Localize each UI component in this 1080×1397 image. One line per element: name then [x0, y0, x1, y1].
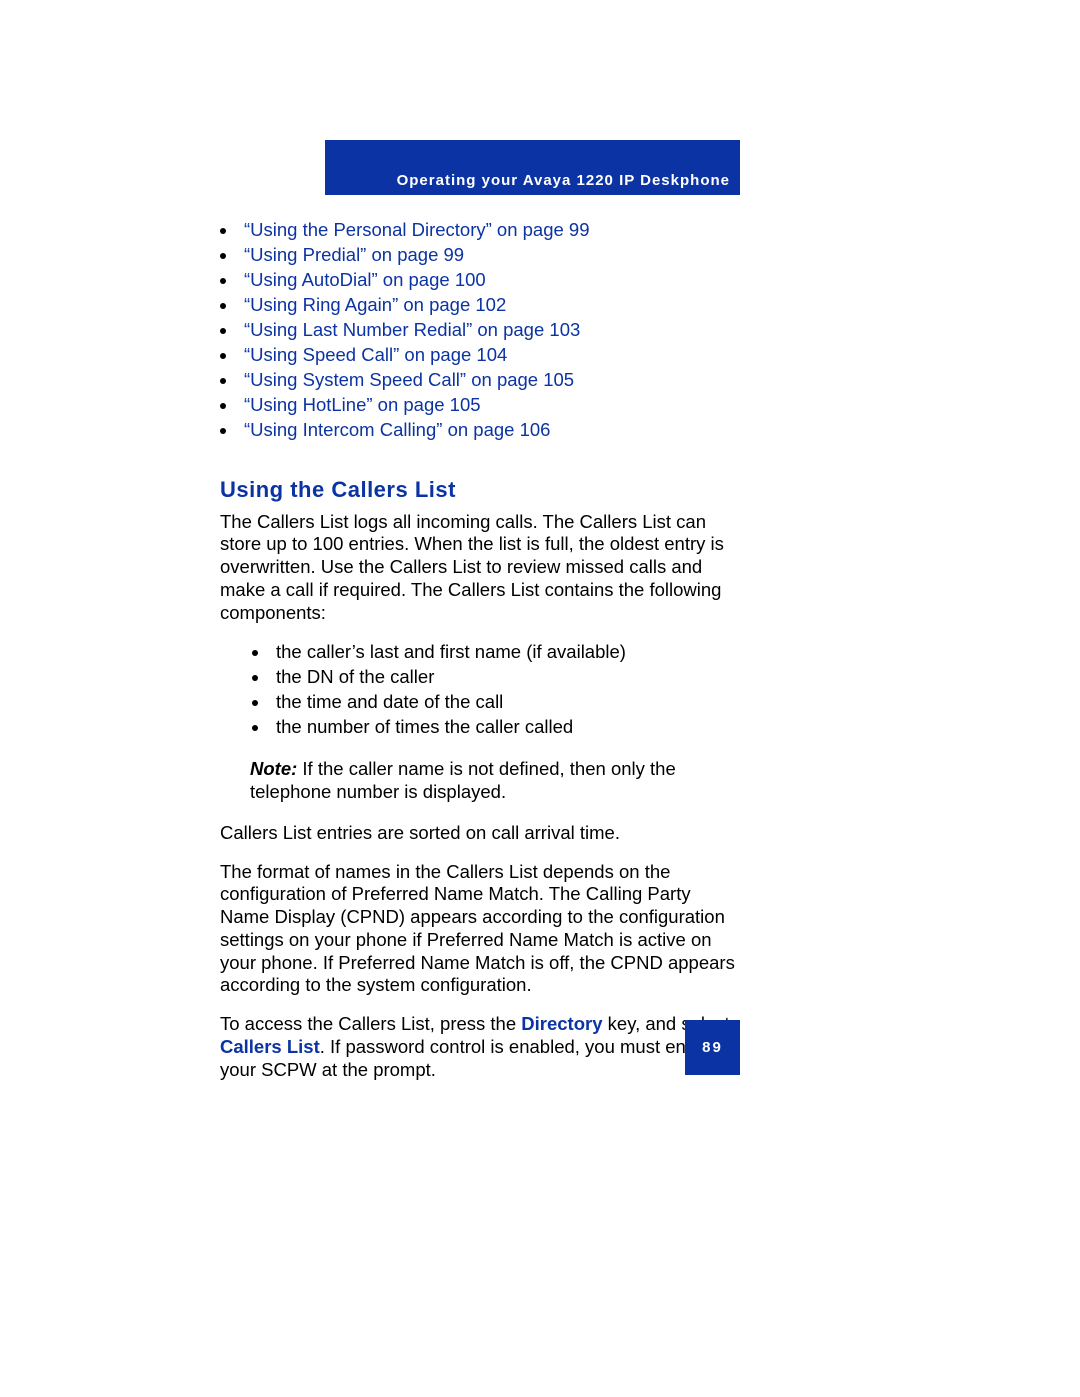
- xref-link[interactable]: “Using the Personal Directory” on page 9…: [244, 219, 590, 240]
- xref-link[interactable]: “Using AutoDial” on page 100: [244, 269, 486, 290]
- body-paragraph: To access the Callers List, press the Di…: [220, 1013, 742, 1081]
- list-item: “Using Last Number Redial” on page 103: [238, 318, 742, 343]
- body-paragraph: Callers List entries are sorted on call …: [220, 822, 742, 845]
- document-page: Operating your Avaya 1220 IP Deskphone “…: [0, 0, 1080, 1397]
- list-item: the DN of the caller: [270, 665, 742, 690]
- list-item: the time and date of the call: [270, 690, 742, 715]
- keyword-callers-list: Callers List: [220, 1036, 320, 1057]
- note-block: Note: If the caller name is not defined,…: [250, 758, 710, 804]
- page-content: “Using the Personal Directory” on page 9…: [220, 218, 742, 1097]
- xref-link[interactable]: “Using Speed Call” on page 104: [244, 344, 507, 365]
- list-item: “Using Speed Call” on page 104: [238, 343, 742, 368]
- list-item: “Using HotLine” on page 105: [238, 393, 742, 418]
- cross-reference-list: “Using the Personal Directory” on page 9…: [238, 218, 742, 443]
- intro-paragraph: The Callers List logs all incoming calls…: [220, 511, 742, 625]
- list-item: “Using AutoDial” on page 100: [238, 268, 742, 293]
- list-item: “Using System Speed Call” on page 105: [238, 368, 742, 393]
- keyword-directory: Directory: [521, 1013, 602, 1034]
- list-item: “Using Ring Again” on page 102: [238, 293, 742, 318]
- note-label: Note:: [250, 758, 297, 779]
- xref-link[interactable]: “Using System Speed Call” on page 105: [244, 369, 574, 390]
- list-item: the number of times the caller called: [270, 715, 742, 740]
- text-run: To access the Callers List, press the: [220, 1013, 521, 1034]
- xref-link[interactable]: “Using Predial” on page 99: [244, 244, 464, 265]
- list-item: “Using the Personal Directory” on page 9…: [238, 218, 742, 243]
- list-item: “Using Intercom Calling” on page 106: [238, 418, 742, 443]
- components-list: the caller’s last and first name (if ava…: [270, 640, 742, 740]
- page-number-box: 89: [685, 1020, 740, 1075]
- header-bar: Operating your Avaya 1220 IP Deskphone: [325, 140, 740, 195]
- xref-link[interactable]: “Using Last Number Redial” on page 103: [244, 319, 580, 340]
- page-number: 89: [702, 1039, 723, 1056]
- xref-link[interactable]: “Using Intercom Calling” on page 106: [244, 419, 550, 440]
- xref-link[interactable]: “Using HotLine” on page 105: [244, 394, 481, 415]
- note-text: If the caller name is not defined, then …: [250, 758, 676, 802]
- list-item: “Using Predial” on page 99: [238, 243, 742, 268]
- header-title: Operating your Avaya 1220 IP Deskphone: [397, 172, 730, 189]
- xref-link[interactable]: “Using Ring Again” on page 102: [244, 294, 506, 315]
- body-paragraph: The format of names in the Callers List …: [220, 861, 742, 998]
- section-heading: Using the Callers List: [220, 477, 742, 503]
- list-item: the caller’s last and first name (if ava…: [270, 640, 742, 665]
